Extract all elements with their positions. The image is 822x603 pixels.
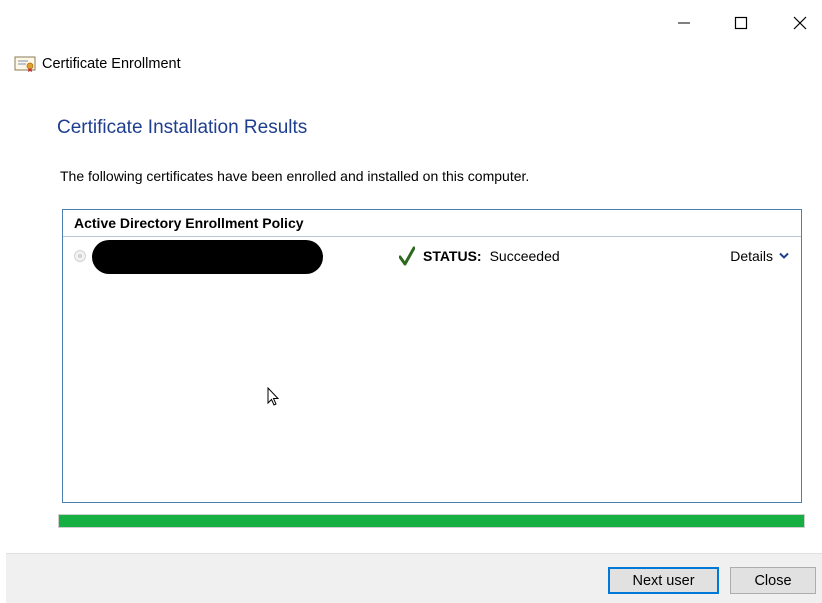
details-label: Details [730, 248, 773, 264]
page-description: The following certificates have been enr… [60, 168, 530, 184]
maximize-icon [734, 16, 748, 30]
certificate-row: STATUS: Succeeded Details [63, 237, 801, 277]
checkmark-icon [399, 246, 415, 266]
title-bar [0, 0, 822, 44]
close-icon [793, 16, 807, 30]
policy-header: Active Directory Enrollment Policy [63, 210, 801, 237]
status-value: Succeeded [489, 248, 560, 264]
progress-bar [58, 514, 805, 528]
status-label: STATUS: [423, 248, 482, 264]
next-user-button[interactable]: Next user [608, 567, 719, 594]
mouse-pointer-icon [267, 387, 280, 406]
close-window-button[interactable] [780, 8, 820, 38]
certificate-status: STATUS: Succeeded [399, 246, 560, 266]
certificate-panel: Active Directory Enrollment Policy STATU… [62, 209, 802, 503]
app-title: Certificate Enrollment [42, 56, 181, 72]
minimize-icon [678, 22, 690, 24]
certificate-name-redacted [92, 240, 323, 274]
details-toggle[interactable]: Details [730, 248, 789, 264]
close-button[interactable]: Close [730, 567, 816, 594]
progress-fill [59, 515, 804, 527]
app-header: Certificate Enrollment [14, 53, 181, 75]
minimize-button[interactable] [664, 8, 704, 38]
certificate-icon [14, 56, 36, 72]
footer-bar: Next user Close [6, 553, 822, 603]
chevron-down-icon [779, 252, 789, 259]
certificate-radio[interactable] [74, 250, 86, 262]
maximize-button[interactable] [721, 8, 761, 38]
page-title: Certificate Installation Results [57, 117, 308, 138]
